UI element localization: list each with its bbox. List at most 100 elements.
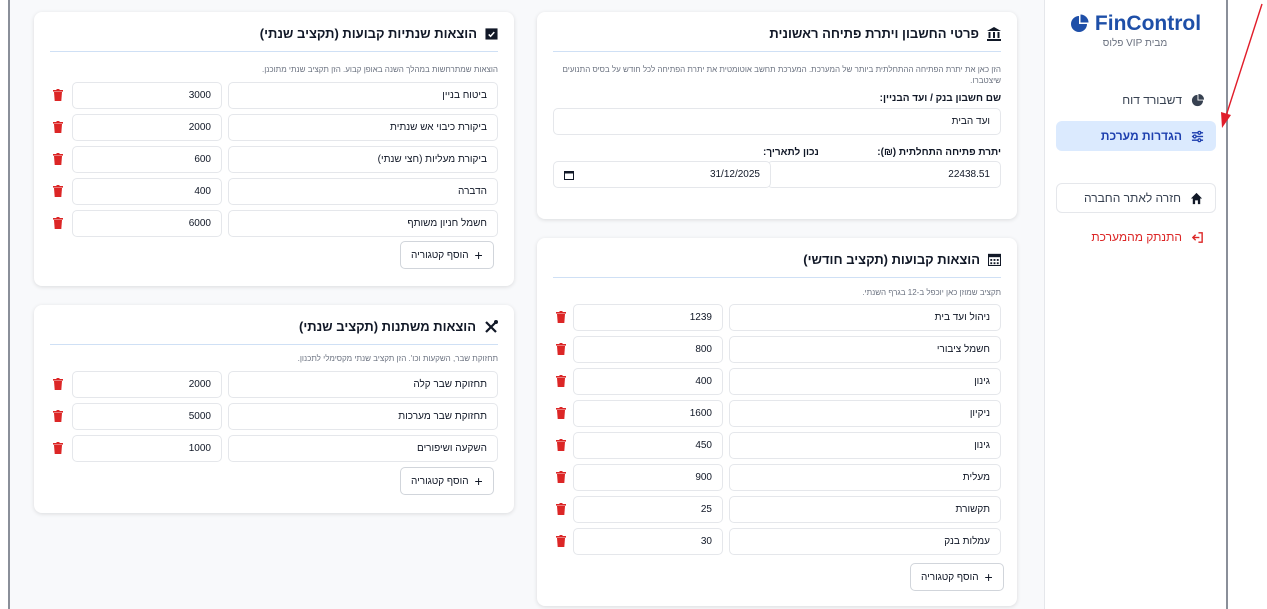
nav-settings-label: הגדרות מערכת xyxy=(1100,129,1182,143)
brand-logo-icon xyxy=(1070,14,1089,32)
monthly-expenses-card: הוצאות קבועות (תקציב חודשי) תקציב שמוזן … xyxy=(537,238,1017,606)
trash-icon[interactable] xyxy=(555,534,567,548)
as-of-date-value: 31/12/2025 xyxy=(709,169,760,180)
trash-icon[interactable] xyxy=(52,152,64,166)
trash-icon[interactable] xyxy=(555,342,567,356)
trash-icon[interactable] xyxy=(52,184,64,198)
category-amount-input[interactable]: 2000 xyxy=(72,114,222,141)
variable-add-category-button[interactable]: + הוסף קטגוריה xyxy=(400,467,494,495)
plus-icon: + xyxy=(474,473,483,489)
annual-add-label: הוסף קטגוריה xyxy=(411,249,469,261)
trash-icon[interactable] xyxy=(555,438,567,452)
annual-fixed-desc: הוצאות שמתרחשות במהלך השנה באופן קבוע. ה… xyxy=(261,65,498,74)
calendar-check-icon xyxy=(485,28,498,40)
category-name-input[interactable]: תקשורת xyxy=(729,496,1001,523)
nav-back-to-site[interactable]: חזרה לאתר החברה xyxy=(1056,183,1216,213)
annual-fixed-title: הוצאות שנתיות קבועות (תקציב שנתי) xyxy=(259,26,477,41)
pie-chart-icon xyxy=(1190,93,1204,107)
trash-icon[interactable] xyxy=(555,502,567,516)
category-name-input[interactable]: תחזוקת שבר מערכות xyxy=(228,403,498,430)
sliders-icon xyxy=(1190,129,1204,143)
nav-dashboard[interactable]: דשבורד דוח xyxy=(1056,85,1216,115)
trash-icon[interactable] xyxy=(52,409,64,423)
category-amount-input[interactable]: 400 xyxy=(72,178,222,205)
opening-balance-card: פרטי החשבון ויתרת פתיחה ראשונית הזן כאן … xyxy=(537,12,1017,219)
trash-icon[interactable] xyxy=(52,377,64,391)
annual-fixed-card: הוצאות שנתיות קבועות (תקציב שנתי) הוצאות… xyxy=(34,12,514,286)
category-amount-input[interactable]: 400 xyxy=(573,368,723,395)
monthly-card-header: הוצאות קבועות (תקציב חודשי) xyxy=(553,252,1001,278)
category-name-input[interactable]: ביטוח בניין xyxy=(228,82,498,109)
brand-subtitle: מבית VIP פלוס xyxy=(1102,38,1168,49)
app-frame: FinControl מבית VIP פלוס דשבורד דוח הגדר… xyxy=(8,0,1228,609)
category-amount-input[interactable]: 6000 xyxy=(72,210,222,237)
plus-icon: + xyxy=(984,569,993,585)
category-amount-input[interactable]: 5000 xyxy=(72,403,222,430)
monthly-card-title: הוצאות קבועות (תקציב חודשי) xyxy=(803,252,980,267)
bank-icon xyxy=(987,26,1001,41)
variable-card-header: הוצאות משתנות (תקציב שנתי) xyxy=(50,319,498,345)
nav-logout-label: התנתק מהמערכת xyxy=(1091,230,1182,244)
category-name-input[interactable]: השקעה ושיפורים xyxy=(228,435,498,462)
brand: FinControl מבית VIP פלוס xyxy=(1060,12,1210,49)
nav-logout[interactable]: התנתק מהמערכת xyxy=(1056,222,1216,252)
category-name-input[interactable]: מעלית xyxy=(729,464,1001,491)
plus-icon: + xyxy=(474,247,483,263)
category-name-input[interactable]: ביקורת כיבוי אש שנתית xyxy=(228,114,498,141)
variable-card-desc: תחזוקת שבר, השקעות וכו'. הזן תקציב שנתי … xyxy=(297,354,498,363)
calendar-grid-icon xyxy=(988,253,1001,266)
category-amount-input[interactable]: 3000 xyxy=(72,82,222,109)
category-amount-input[interactable]: 800 xyxy=(573,336,723,363)
trash-icon[interactable] xyxy=(52,120,64,134)
opening-balance-label: יתרת פתיחה התחלתית (₪): xyxy=(877,147,1001,158)
category-amount-input[interactable]: 900 xyxy=(573,464,723,491)
as-of-date-input[interactable]: 31/12/2025 xyxy=(553,161,771,188)
category-name-input[interactable]: ביקורת מעליות (חצי שנתי) xyxy=(228,146,498,173)
opening-card-header: פרטי החשבון ויתרת פתיחה ראשונית xyxy=(553,26,1001,52)
category-amount-input[interactable]: 450 xyxy=(573,432,723,459)
category-amount-input[interactable]: 25 xyxy=(573,496,723,523)
account-name-input[interactable]: ועד הבית xyxy=(553,108,1001,135)
opening-card-desc: הזן כאן את יתרת הפתיחה ההתחלתית ביותר של… xyxy=(562,65,1001,85)
trash-icon[interactable] xyxy=(52,441,64,455)
category-amount-input[interactable]: 1000 xyxy=(72,435,222,462)
opening-card-title: פרטי החשבון ויתרת פתיחה ראשונית xyxy=(769,26,979,41)
trash-icon[interactable] xyxy=(52,88,64,102)
tools-icon xyxy=(485,319,498,333)
monthly-card-desc: תקציב שמוזן כאן יוכפל ב-12 בגרף השנתי. xyxy=(862,288,1001,297)
category-amount-input[interactable]: 30 xyxy=(573,528,723,555)
category-name-input[interactable]: חשמל ציבורי xyxy=(729,336,1001,363)
category-name-input[interactable]: ניהול ועד בית xyxy=(729,304,1001,331)
category-name-input[interactable]: עמלות בנק xyxy=(729,528,1001,555)
calendar-icon[interactable] xyxy=(564,170,574,180)
trash-icon[interactable] xyxy=(555,310,567,324)
variable-add-label: הוסף קטגוריה xyxy=(411,475,469,487)
annual-fixed-header: הוצאות שנתיות קבועות (תקציב שנתי) xyxy=(50,26,498,52)
nav-back-label: חזרה לאתר החברה xyxy=(1083,191,1181,205)
category-name-input[interactable]: ניקיון xyxy=(729,400,1001,427)
brand-name: FinControl xyxy=(1094,12,1202,35)
trash-icon[interactable] xyxy=(52,216,64,230)
monthly-add-category-button[interactable]: + הוסף קטגוריה xyxy=(910,563,1004,591)
category-amount-input[interactable]: 600 xyxy=(72,146,222,173)
monthly-add-label: הוסף קטגוריה xyxy=(921,571,979,583)
category-name-input[interactable]: תחזוקת שבר קלה xyxy=(228,371,498,398)
category-name-input[interactable]: גינון xyxy=(729,368,1001,395)
nav-settings[interactable]: הגדרות מערכת xyxy=(1056,121,1216,151)
category-name-input[interactable]: הדברה xyxy=(228,178,498,205)
account-name-label: שם חשבון בנק / ועד הבניין: xyxy=(879,93,1001,104)
opening-balance-input[interactable]: 22438.51 xyxy=(767,161,1001,188)
variable-expenses-card: הוצאות משתנות (תקציב שנתי) תחזוקת שבר, ה… xyxy=(34,305,514,513)
annual-add-category-button[interactable]: + הוסף קטגוריה xyxy=(400,241,494,269)
category-name-input[interactable]: גינון xyxy=(729,432,1001,459)
trash-icon[interactable] xyxy=(555,374,567,388)
sidebar: FinControl מבית VIP פלוס דשבורד דוח הגדר… xyxy=(1044,0,1226,609)
as-of-date-label: נכון לתאריך: xyxy=(763,147,819,158)
category-name-input[interactable]: חשמל חניון משותף xyxy=(228,210,498,237)
nav-dashboard-label: דשבורד דוח xyxy=(1122,93,1182,107)
category-amount-input[interactable]: 2000 xyxy=(72,371,222,398)
trash-icon[interactable] xyxy=(555,470,567,484)
category-amount-input[interactable]: 1600 xyxy=(573,400,723,427)
category-amount-input[interactable]: 1239 xyxy=(573,304,723,331)
trash-icon[interactable] xyxy=(555,406,567,420)
